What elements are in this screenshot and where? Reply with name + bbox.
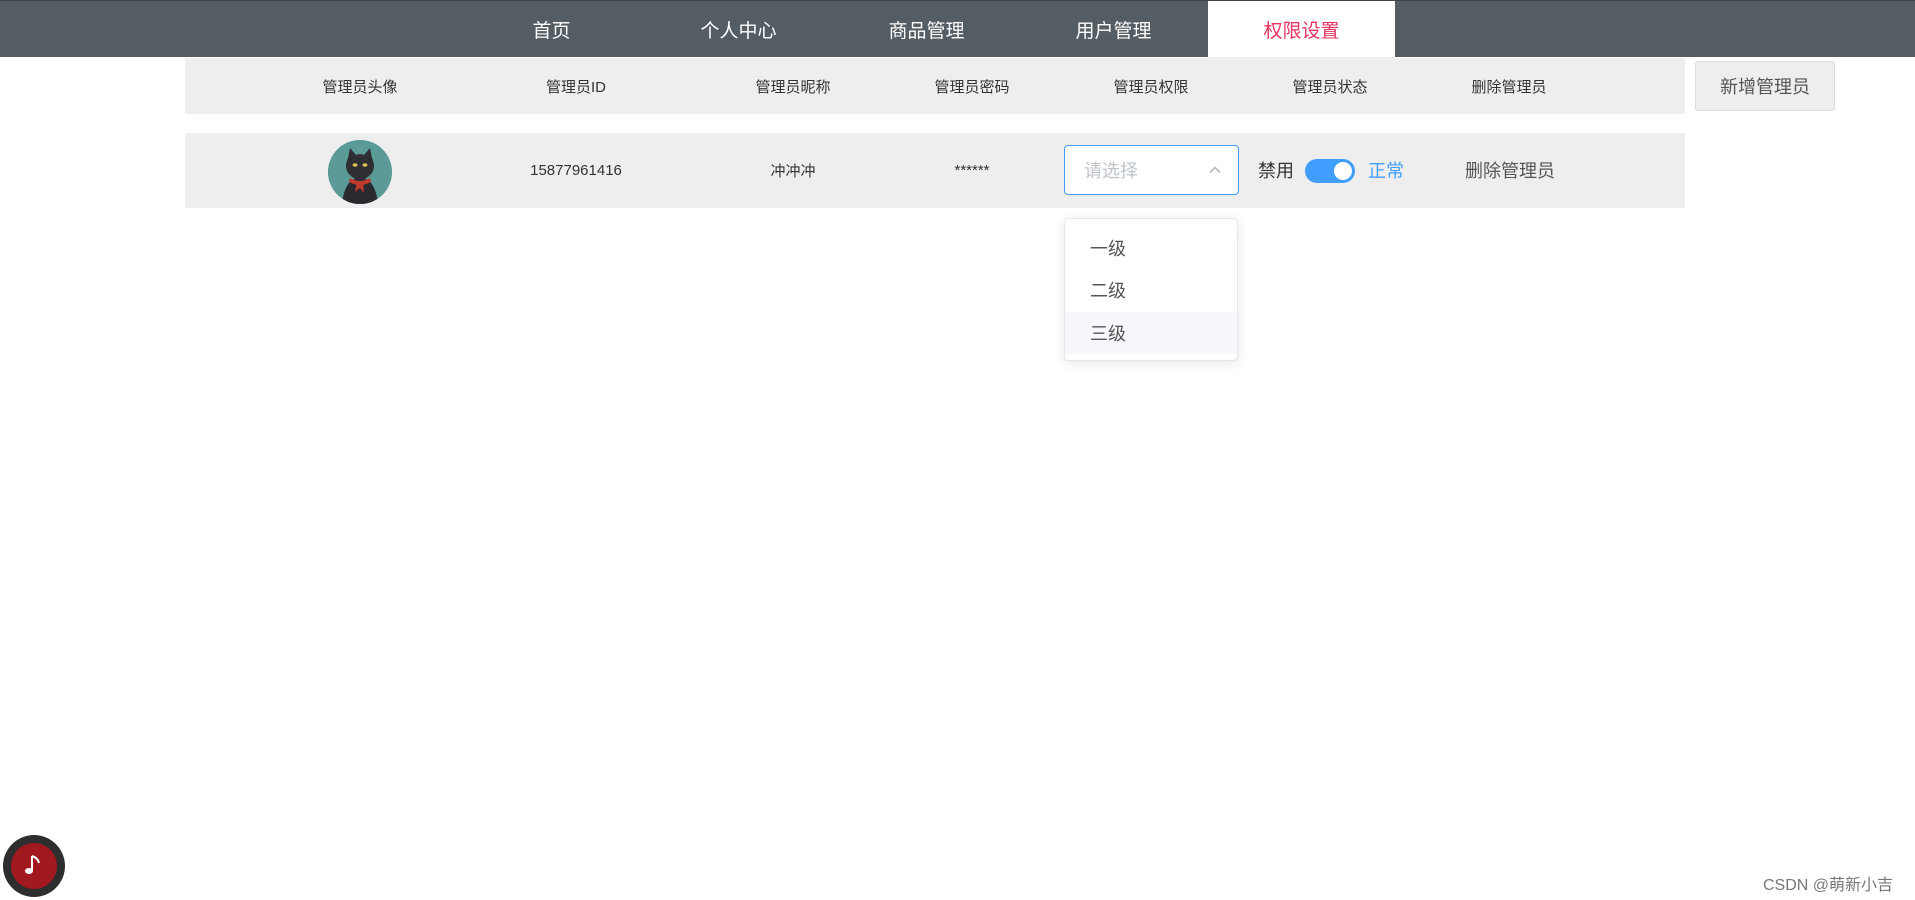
header-status: 管理员状态 xyxy=(1292,78,1368,96)
top-nav: 首页 个人中心 商品管理 用户管理 权限设置 xyxy=(0,0,1915,58)
header-permission: 管理员权限 xyxy=(1113,78,1189,96)
status-disabled-label: 禁用 xyxy=(1258,161,1294,181)
chevron-up-icon xyxy=(1209,166,1221,174)
admin-id: 15877961416 xyxy=(530,162,622,179)
option-level-3[interactable]: 三级 xyxy=(1065,312,1237,354)
header-nickname: 管理员昵称 xyxy=(755,78,831,96)
status-toggle[interactable] xyxy=(1305,159,1355,183)
header-id: 管理员ID xyxy=(545,78,606,96)
nav-item-home[interactable]: 首页 xyxy=(458,1,645,58)
table-header: 管理员头像 管理员ID 管理员昵称 管理员密码 管理员权限 管理员状态 删除管理… xyxy=(185,58,1685,114)
nav-item-user-management[interactable]: 用户管理 xyxy=(1020,1,1207,58)
option-level-2[interactable]: 二级 xyxy=(1065,269,1237,311)
music-disc xyxy=(11,843,57,889)
nav-item-product-management[interactable]: 商品管理 xyxy=(833,1,1020,58)
delete-admin-button[interactable]: 删除管理员 xyxy=(1465,157,1555,183)
status-normal-label: 正常 xyxy=(1368,161,1404,181)
page: 首页 个人中心 商品管理 用户管理 权限设置 管理员头像 管理员ID 管理员昵称… xyxy=(0,0,1915,900)
permission-select-placeholder: 请选择 xyxy=(1084,161,1138,181)
add-admin-button[interactable]: 新增管理员 xyxy=(1695,61,1835,111)
header-delete: 删除管理员 xyxy=(1471,78,1547,96)
admin-password: ****** xyxy=(954,162,990,179)
admin-nickname: 冲冲冲 xyxy=(770,163,816,180)
permission-select[interactable]: 请选择 xyxy=(1064,145,1239,195)
header-password: 管理员密码 xyxy=(934,78,1010,96)
music-note-icon xyxy=(25,855,40,874)
permission-dropdown: 一级 二级 三级 xyxy=(1064,218,1238,361)
header-avatar: 管理员头像 xyxy=(322,78,398,96)
nav-item-personal-center[interactable]: 个人中心 xyxy=(645,1,832,58)
watermark: CSDN @萌新小吉 xyxy=(1763,877,1894,894)
nav-item-permission-settings[interactable]: 权限设置 xyxy=(1208,1,1395,58)
black-cat-avatar xyxy=(328,140,392,204)
avatar xyxy=(328,140,392,204)
table-row: 15877961416 冲冲冲 ****** xyxy=(185,133,1685,208)
music-player-button[interactable] xyxy=(3,835,65,897)
status-toggle-knob xyxy=(1334,162,1352,180)
option-level-1[interactable]: 一级 xyxy=(1065,227,1237,269)
